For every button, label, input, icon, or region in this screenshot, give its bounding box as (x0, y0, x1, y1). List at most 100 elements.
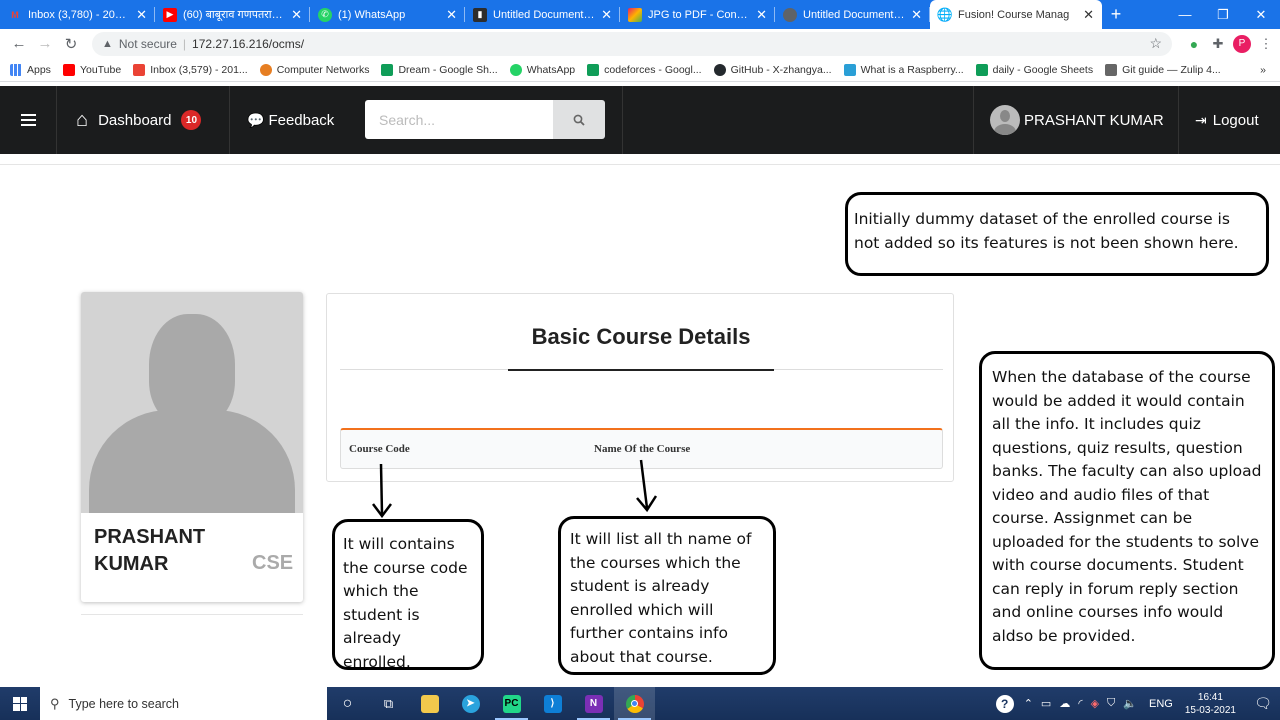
dashboard-link[interactable]: ⌂ Dashboard 10 (76, 86, 202, 154)
user-profile-link[interactable]: PRASHANT KUMAR (990, 86, 1164, 154)
browser-tab[interactable]: Untitled Document (3) ✕ (775, 0, 930, 29)
volume-icon[interactable]: 🔈 (1123, 697, 1137, 710)
clock-date: 15-03-2021 (1184, 704, 1236, 716)
bookmark-codeforces[interactable]: codeforces - Googl... (587, 63, 702, 76)
avatar (990, 105, 1020, 135)
network-icon (259, 63, 272, 76)
defender-icon[interactable]: ⛉ (1107, 697, 1115, 710)
close-tab-icon[interactable]: ✕ (1083, 7, 1094, 23)
telegram-icon[interactable]: ➤ (450, 687, 491, 720)
close-tab-icon[interactable]: ✕ (446, 7, 457, 23)
bookmark-star-icon[interactable]: ☆ (1149, 35, 1162, 52)
search-input[interactable] (365, 100, 553, 139)
warning-icon[interactable]: ▲ (102, 38, 113, 50)
globe-icon: 🌐 (936, 6, 954, 22)
puzzle-icon[interactable]: ✚ (1206, 36, 1230, 52)
column-header-course-name[interactable]: Name Of the Course (594, 443, 690, 455)
close-tab-icon[interactable]: ✕ (291, 7, 302, 23)
browser-tab[interactable]: ✆ (1) WhatsApp ✕ (310, 0, 465, 29)
browser-tab[interactable]: JPG to PDF - Convert y✕ (620, 0, 775, 29)
annotation-note: Initially dummy dataset of the enrolled … (845, 192, 1269, 276)
bookmark-youtube[interactable]: YouTube (62, 63, 121, 76)
help-icon[interactable]: ? (995, 694, 1014, 713)
chrome-icon[interactable] (614, 687, 655, 720)
window-controls: — ❐ ✕ (1166, 0, 1280, 29)
browser-menu-icon[interactable]: ⋮ (1254, 36, 1278, 52)
course-details-title: Basic Course Details (531, 324, 751, 349)
taskbar-search[interactable]: ⚲ Type here to search (40, 687, 327, 720)
forward-icon[interactable]: → (32, 35, 58, 52)
notification-badge: 10 (181, 110, 202, 130)
new-tab-button[interactable]: + (1102, 0, 1130, 29)
raspberry-icon (843, 63, 856, 76)
bookmark-inbox[interactable]: Inbox (3,579) - 201... (133, 63, 248, 76)
close-window-icon[interactable]: ✕ (1242, 0, 1280, 29)
close-tab-icon[interactable]: ✕ (911, 7, 922, 23)
file-explorer-icon[interactable] (409, 687, 450, 720)
bookmark-dream-sheet[interactable]: Dream - Google Sh... (381, 63, 498, 76)
browser-tab[interactable]: ▮ Untitled Document - C ✕ (465, 0, 620, 29)
column-header-course-code[interactable]: Course Code (349, 443, 410, 455)
gmail-icon (133, 63, 146, 76)
bookmark-computer-networks[interactable]: Computer Networks (259, 63, 369, 76)
chevron-up-icon[interactable]: ⌃ (1024, 697, 1033, 710)
bookmark-github[interactable]: GitHub - X-zhangya... (713, 63, 832, 76)
extension-icon[interactable]: ● (1182, 36, 1206, 52)
bookmarks-more-icon[interactable]: » (1260, 64, 1266, 76)
profile-name: PRASHANT KUMAR (94, 526, 206, 575)
bookmark-raspberry[interactable]: What is a Raspberry... (843, 63, 964, 76)
bookmark-git-guide[interactable]: Git guide — Zulip 4... (1105, 63, 1221, 76)
onedrive-icon[interactable]: ☁ (1059, 697, 1070, 710)
menu-toggle-button[interactable] (0, 86, 56, 154)
security-label[interactable]: Not secure (119, 37, 177, 51)
bookmark-whatsapp[interactable]: WhatsApp (509, 63, 575, 76)
sheets-icon (587, 63, 600, 76)
search-icon: ⚲ (50, 695, 60, 711)
search-button[interactable] (553, 100, 605, 139)
hamburger-icon (20, 114, 36, 126)
bookmark-daily-sheet[interactable]: daily - Google Sheets (975, 63, 1093, 76)
security-icon[interactable]: ◈ (1091, 697, 1099, 710)
feedback-link[interactable]: 💬 Feedback (247, 86, 334, 154)
profile-avatar-icon[interactable]: P (1230, 34, 1254, 53)
cortana-icon[interactable]: ○ (327, 687, 368, 720)
logout-link[interactable]: ⇥ Logout (1195, 86, 1259, 154)
divider (1178, 86, 1179, 154)
title-underline (508, 369, 774, 371)
vscode-icon[interactable]: ⟩ (532, 687, 573, 720)
notification-center-icon[interactable]: 🗨 (1246, 695, 1280, 712)
url-text[interactable]: 172.27.16.216/ocms/ (192, 37, 304, 51)
jpg2pdf-icon (628, 7, 642, 22)
start-button[interactable] (0, 687, 40, 720)
close-tab-icon[interactable]: ✕ (136, 7, 147, 23)
wifi-icon[interactable]: ◜ (1078, 697, 1082, 710)
close-tab-icon[interactable]: ✕ (601, 7, 612, 23)
onenote-icon[interactable]: N (573, 687, 614, 720)
reload-icon[interactable]: ↻ (58, 35, 84, 53)
windows-taskbar: ⚲ Type here to search ○ ⧉ ➤ PC ⟩ N ? ⌃ ▭… (0, 687, 1280, 720)
browser-tab[interactable]: M Inbox (3,780) - 201818 ✕ (0, 0, 155, 29)
pycharm-icon[interactable]: PC (491, 687, 532, 720)
task-view-icon[interactable]: ⧉ (368, 687, 409, 720)
omnibox[interactable]: ▲ Not secure | 172.27.16.216/ocms/ ☆ (92, 31, 1172, 56)
maximize-icon[interactable]: ❐ (1204, 0, 1242, 29)
youtube-icon: ▶ (163, 7, 177, 22)
system-tray: ? ⌃ ▭ ☁ ◜ ◈ ⛉ 🔈 ENG 16:41 15-03-2021 🗨 (995, 687, 1280, 720)
annotation-note: It will list all th name of the courses … (558, 516, 776, 675)
document-icon (783, 7, 797, 22)
bookmarks-bar: Apps YouTube Inbox (3,579) - 201... Comp… (0, 58, 1280, 82)
back-icon[interactable]: ← (6, 35, 32, 52)
zulip-icon (1105, 63, 1118, 76)
language-indicator[interactable]: ENG (1149, 698, 1173, 710)
browser-tab[interactable]: ▶ (60) बाबूराव गणपतराव आ ✕ (155, 0, 310, 29)
divider (973, 86, 974, 154)
divider (229, 86, 230, 154)
minimize-icon[interactable]: — (1166, 0, 1204, 29)
arrow-down-icon (636, 459, 658, 513)
browser-tab-active[interactable]: 🌐 Fusion! Course Manag ✕ (930, 0, 1102, 29)
divider (622, 86, 623, 154)
battery-icon[interactable]: ▭ (1041, 697, 1051, 710)
close-tab-icon[interactable]: ✕ (756, 7, 767, 23)
clock[interactable]: 16:41 15-03-2021 (1185, 691, 1236, 717)
bookmark-apps[interactable]: Apps (10, 63, 51, 76)
